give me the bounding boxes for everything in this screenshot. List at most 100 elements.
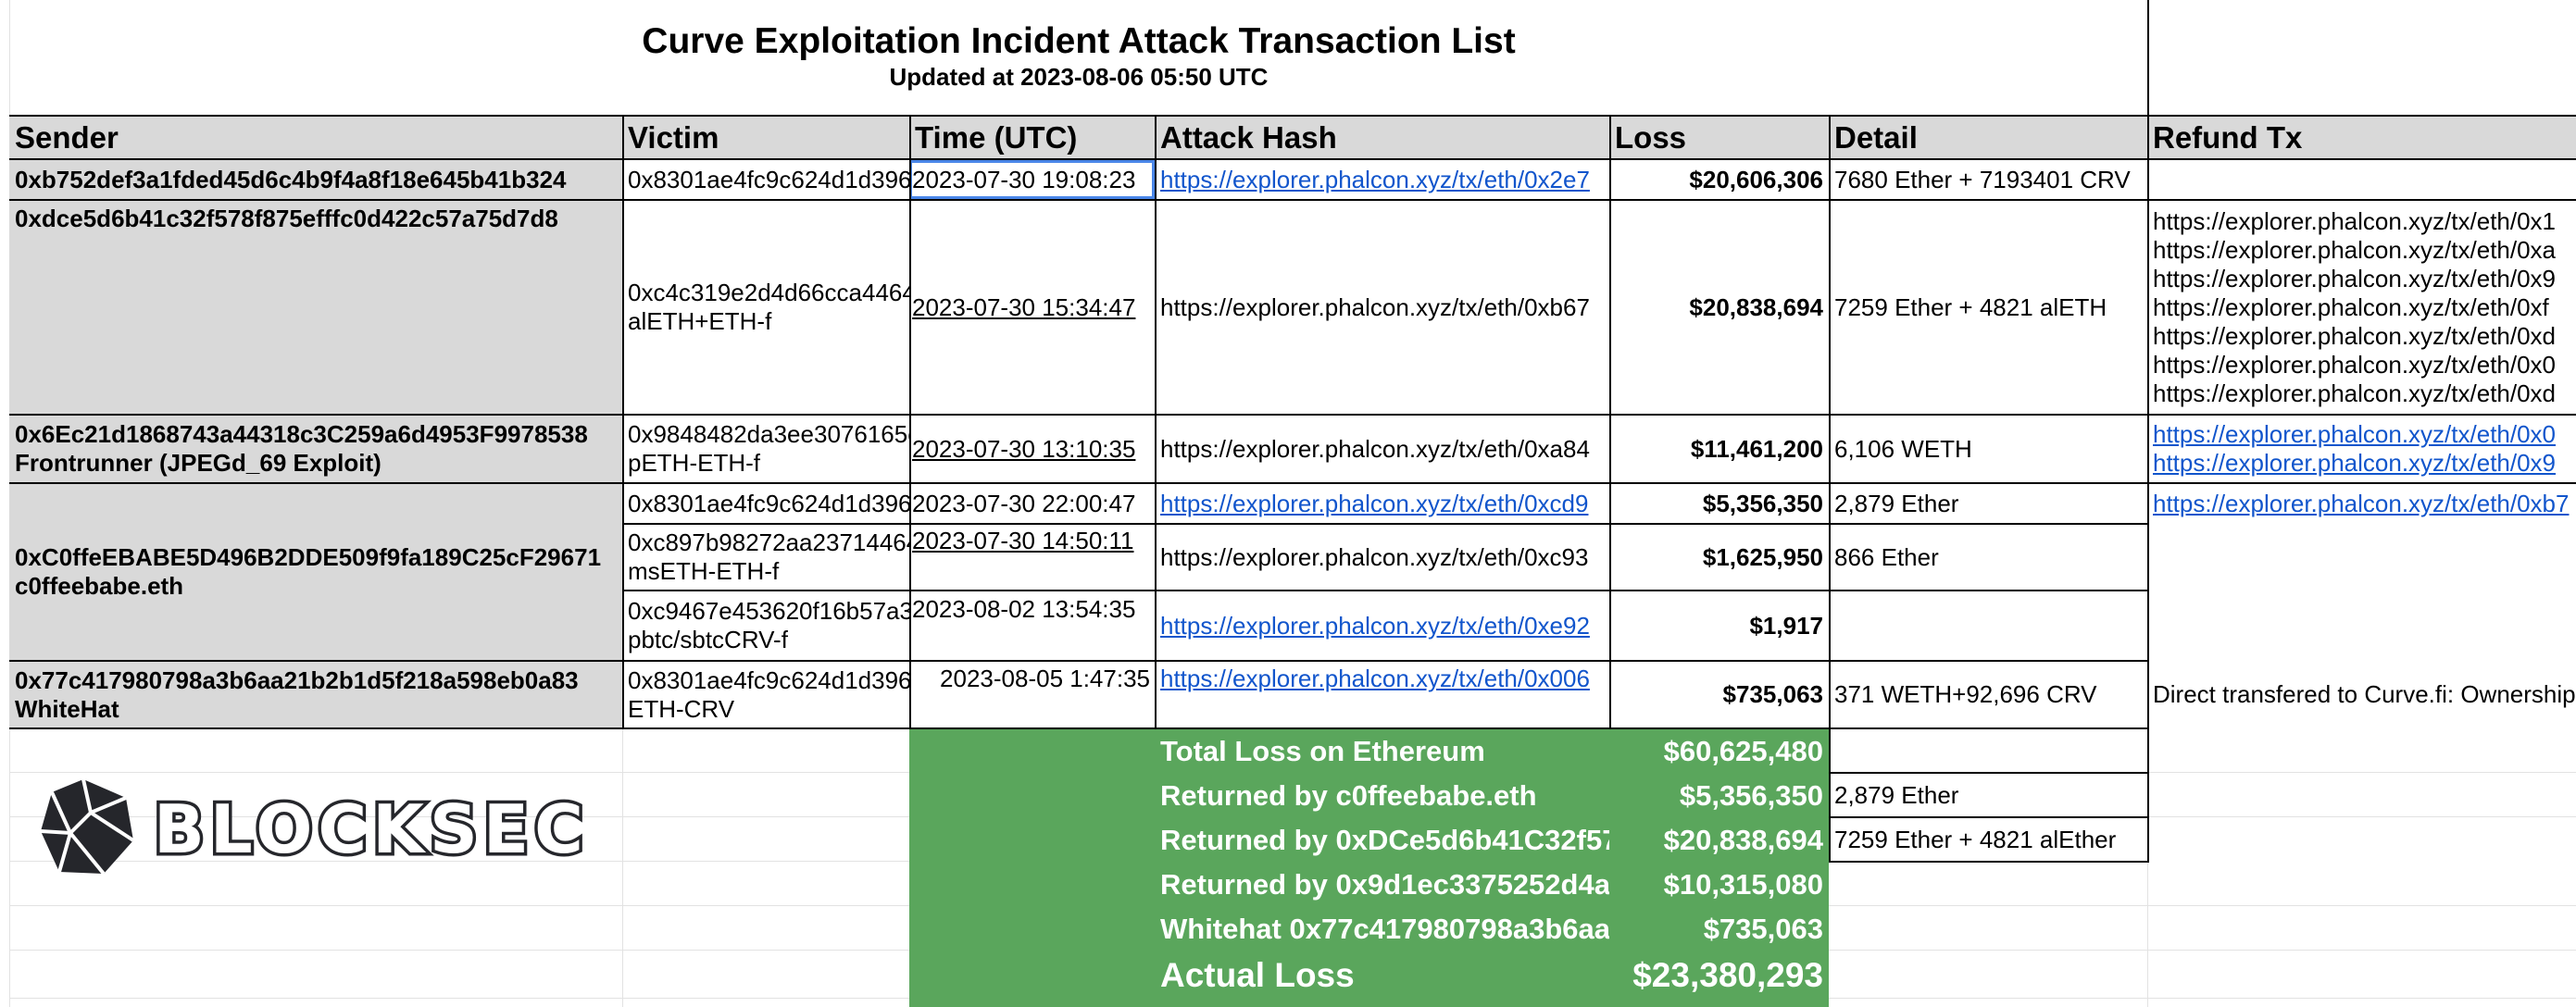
victim-address: 0xc9467e453620f16b57a34a770c6bcebece0025… <box>628 597 909 625</box>
time-cell[interactable]: 2023-07-30 15:34:47 <box>909 201 1155 414</box>
header-victim[interactable]: Victim <box>622 117 909 158</box>
loss-cell[interactable]: $735,063 <box>1609 662 1829 727</box>
loss-cell[interactable]: $1,625,950 <box>1609 525 1829 590</box>
loss-cell[interactable]: $20,606,306 <box>1609 160 1829 199</box>
blocksec-polyhedron-icon <box>40 778 135 876</box>
sheet-title: Curve Exploitation Incident Attack Trans… <box>642 21 1516 61</box>
summary-label[interactable]: Returned by 0x9d1ec3375252d4ab9c0a1e66d1… <box>1155 863 1609 905</box>
refund-link[interactable]: https://explorer.phalcon.xyz/tx/eth/0x0 <box>2153 420 2570 449</box>
attack-hash-link[interactable]: https://explorer.phalcon.xyz/tx/eth/0xe9… <box>1155 591 1609 660</box>
victim-pool: msETH-ETH-f <box>628 557 780 585</box>
attack-hash-link[interactable]: https://explorer.phalcon.xyz/tx/eth/0xb6… <box>1155 201 1609 414</box>
victim-address: 0x8301ae4fc9c624d1d396cbdaa1ed877821d7c5… <box>628 665 909 694</box>
attack-hash-link[interactable]: https://explorer.phalcon.xyz/tx/eth/0xcd… <box>1155 484 1609 523</box>
victim-cell[interactable]: 0x8301ae4fc9c624d1d396cbdaa1ed877821d7c5… <box>622 160 909 199</box>
sender-cell[interactable]: 0xC0ffeEBABE5D496B2DDE509f9fa189C25cF296… <box>9 484 622 660</box>
attack-hash-link[interactable]: https://explorer.phalcon.xyz/tx/eth/0xc9… <box>1155 525 1609 590</box>
refund-link[interactable]: https://explorer.phalcon.xyz/tx/eth/0xf <box>2153 293 2570 322</box>
time-cell[interactable]: 2023-08-02 13:54:35 <box>909 591 1155 660</box>
refund-link[interactable]: https://explorer.phalcon.xyz/tx/eth/0x9 <box>2153 449 2570 478</box>
loss-cell[interactable]: $5,356,350 <box>1609 484 1829 523</box>
summary-value[interactable]: $20,838,694 <box>1609 818 1829 861</box>
summary-note[interactable]: 2,879 Ether <box>1829 774 2147 816</box>
time-cell[interactable]: 2023-07-30 22:00:47 <box>909 484 1155 523</box>
summary-label[interactable]: Total Loss on Ethereum <box>1155 729 1609 772</box>
sender-alias: Frontrunner (JPEGd_69 Exploit) <box>15 449 381 477</box>
loss-cell[interactable]: $20,838,694 <box>1609 201 1829 414</box>
refund-link[interactable]: https://explorer.phalcon.xyz/tx/eth/0xd <box>2153 322 2570 351</box>
actual-loss-label[interactable]: Actual Loss <box>1155 951 1609 1000</box>
actual-loss-value[interactable]: $23,380,293 <box>1609 951 1829 1000</box>
refund-cell[interactable]: https://explorer.phalcon.xyz/tx/eth/0x1 … <box>2147 201 2576 414</box>
detail-cell[interactable]: 2,879 Ether <box>1829 484 2147 523</box>
sender-alias: WhiteHat <box>15 694 119 723</box>
refund-cell[interactable]: Direct transfered to Curve.fi: Ownership… <box>2147 662 2576 727</box>
refund-cell[interactable] <box>2147 160 2576 199</box>
time-cell[interactable]: 2023-07-30 19:08:23 <box>909 160 1155 199</box>
victim-cell[interactable]: 0x9848482da3ee3076165ce6497eda906e66bb85… <box>622 416 909 482</box>
loss-cell[interactable]: $1,917 <box>1609 591 1829 660</box>
victim-pool: alETH+ETH-f <box>628 307 772 335</box>
refund-cell[interactable]: https://explorer.phalcon.xyz/tx/eth/0x0 … <box>2147 416 2576 482</box>
detail-cell[interactable]: 7259 Ether + 4821 alETH <box>1829 201 2147 414</box>
sheet-subtitle: Updated at 2023-08-06 05:50 UTC <box>889 63 1269 91</box>
time-cell[interactable]: 2023-08-05 1:47:35 <box>909 662 1155 727</box>
header-loss[interactable]: Loss <box>1609 117 1829 158</box>
refund-link[interactable]: https://explorer.phalcon.xyz/tx/eth/0xb7 <box>2147 484 2576 523</box>
loss-cell[interactable]: $11,461,200 <box>1609 416 1829 482</box>
summary-label[interactable]: Whitehat 0x77c417980798a3b6aa21b2b1d5f21… <box>1155 907 1609 950</box>
summary-label[interactable]: Returned by c0ffeebabe.eth <box>1155 774 1609 816</box>
sender-address: 0x6Ec21d1868743a44318c3C259a6d4953F99785… <box>15 420 588 448</box>
header-time[interactable]: Time (UTC) <box>909 117 1155 158</box>
refund-link[interactable]: https://explorer.phalcon.xyz/tx/eth/0x9 <box>2153 265 2570 293</box>
blocksec-logo: BLOCKSEC <box>37 772 586 883</box>
victim-pool: ETH-CRV <box>628 694 735 723</box>
sender-cell[interactable]: 0x6Ec21d1868743a44318c3C259a6d4953F99785… <box>9 416 622 482</box>
attack-hash-link[interactable]: https://explorer.phalcon.xyz/tx/eth/0x2e… <box>1155 160 1609 199</box>
sender-cell[interactable]: 0xdce5d6b41c32f578f875efffc0d422c57a75d7… <box>9 201 622 414</box>
time-cell[interactable]: 2023-07-30 13:10:35 <box>909 416 1155 482</box>
summary-value[interactable]: $60,625,480 <box>1609 729 1829 772</box>
summary-label[interactable]: Returned by 0xDCe5d6b41C32f578f875EfFfc0… <box>1155 818 1609 861</box>
victim-address: 0xc897b98272aa23714464ea2a0bd5180f1b8c00… <box>628 528 909 556</box>
attack-hash-link[interactable]: https://explorer.phalcon.xyz/tx/eth/0x00… <box>1155 662 1609 727</box>
sender-cell[interactable]: 0x77c417980798a3b6aa21b2b1d5f218a598eb0a… <box>9 662 622 727</box>
summary-value[interactable]: $10,315,080 <box>1609 863 1829 905</box>
header-attack-hash[interactable]: Attack Hash <box>1155 117 1609 158</box>
victim-pool: pETH-ETH-f <box>628 449 760 477</box>
blocksec-wordmark: BLOCKSEC <box>151 789 589 870</box>
victim-address: 0xc4c319e2d4d66cca4464c0c2b32c9bd23ebe78… <box>628 279 909 306</box>
victim-cell[interactable]: 0x8301ae4fc9c624d1d396cbdaa1ed877821d7c5… <box>622 662 909 727</box>
header-sender[interactable]: Sender <box>9 117 622 158</box>
summary-note[interactable]: 7259 Ether + 4821 alEther <box>1829 818 2147 861</box>
victim-pool: pbtc/sbtcCRV-f <box>628 626 788 653</box>
sender-address: 0xb752def3a1fded45d6c4b9f4a8f18e645b41b3… <box>15 165 567 193</box>
detail-cell[interactable]: 7680 Ether + 7193401 CRV <box>1829 160 2147 199</box>
attack-hash-link[interactable]: https://explorer.phalcon.xyz/tx/eth/0xa8… <box>1155 416 1609 482</box>
sender-address: 0xdce5d6b41c32f578f875efffc0d422c57a75d7… <box>15 205 558 232</box>
summary-note[interactable] <box>1829 729 2147 772</box>
refund-link[interactable]: https://explorer.phalcon.xyz/tx/eth/0xa <box>2153 236 2570 265</box>
sender-address: 0x77c417980798a3b6aa21b2b1d5f218a598eb0a… <box>15 665 579 694</box>
spreadsheet: Curve Exploitation Incident Attack Trans… <box>0 0 2576 1007</box>
time-cell[interactable]: 2023-07-30 14:50:11 <box>909 525 1155 590</box>
victim-cell[interactable]: 0x8301ae4fc9c624d1d396cbdaa1ed877821d7c5… <box>622 484 909 523</box>
detail-cell[interactable]: 371 WETH+92,696 CRV <box>1829 662 2147 727</box>
victim-cell[interactable]: 0xc897b98272aa23714464ea2a0bd5180f1b8c00… <box>622 525 909 590</box>
detail-cell[interactable]: 866 Ether <box>1829 525 2147 590</box>
refund-link[interactable]: https://explorer.phalcon.xyz/tx/eth/0xd <box>2153 379 2570 408</box>
sender-cell[interactable]: 0xb752def3a1fded45d6c4b9f4a8f18e645b41b3… <box>9 160 622 199</box>
summary-value[interactable]: $5,356,350 <box>1609 774 1829 816</box>
header-refund-tx[interactable]: Refund Tx <box>2147 117 2576 158</box>
sender-address: 0xC0ffeEBABE5D496B2DDE509f9fa189C25cF296… <box>15 543 602 571</box>
summary-value[interactable]: $735,063 <box>1609 907 1829 950</box>
refund-link[interactable]: https://explorer.phalcon.xyz/tx/eth/0x0 <box>2153 351 2570 379</box>
header-detail[interactable]: Detail <box>1829 117 2147 158</box>
refund-link[interactable]: https://explorer.phalcon.xyz/tx/eth/0x1 <box>2153 207 2570 236</box>
detail-cell[interactable]: 6,106 WETH <box>1829 416 2147 482</box>
victim-address: 0x9848482da3ee3076165ce6497eda906e66bb85… <box>628 420 909 448</box>
sender-alias: c0ffeebabe.eth <box>15 572 184 600</box>
victim-cell[interactable]: 0xc4c319e2d4d66cca4464c0c2b32c9bd23ebe78… <box>622 201 909 414</box>
victim-cell[interactable]: 0xc9467e453620f16b57a34a770c6bcebece0025… <box>622 591 909 660</box>
detail-cell[interactable] <box>1829 591 2147 660</box>
